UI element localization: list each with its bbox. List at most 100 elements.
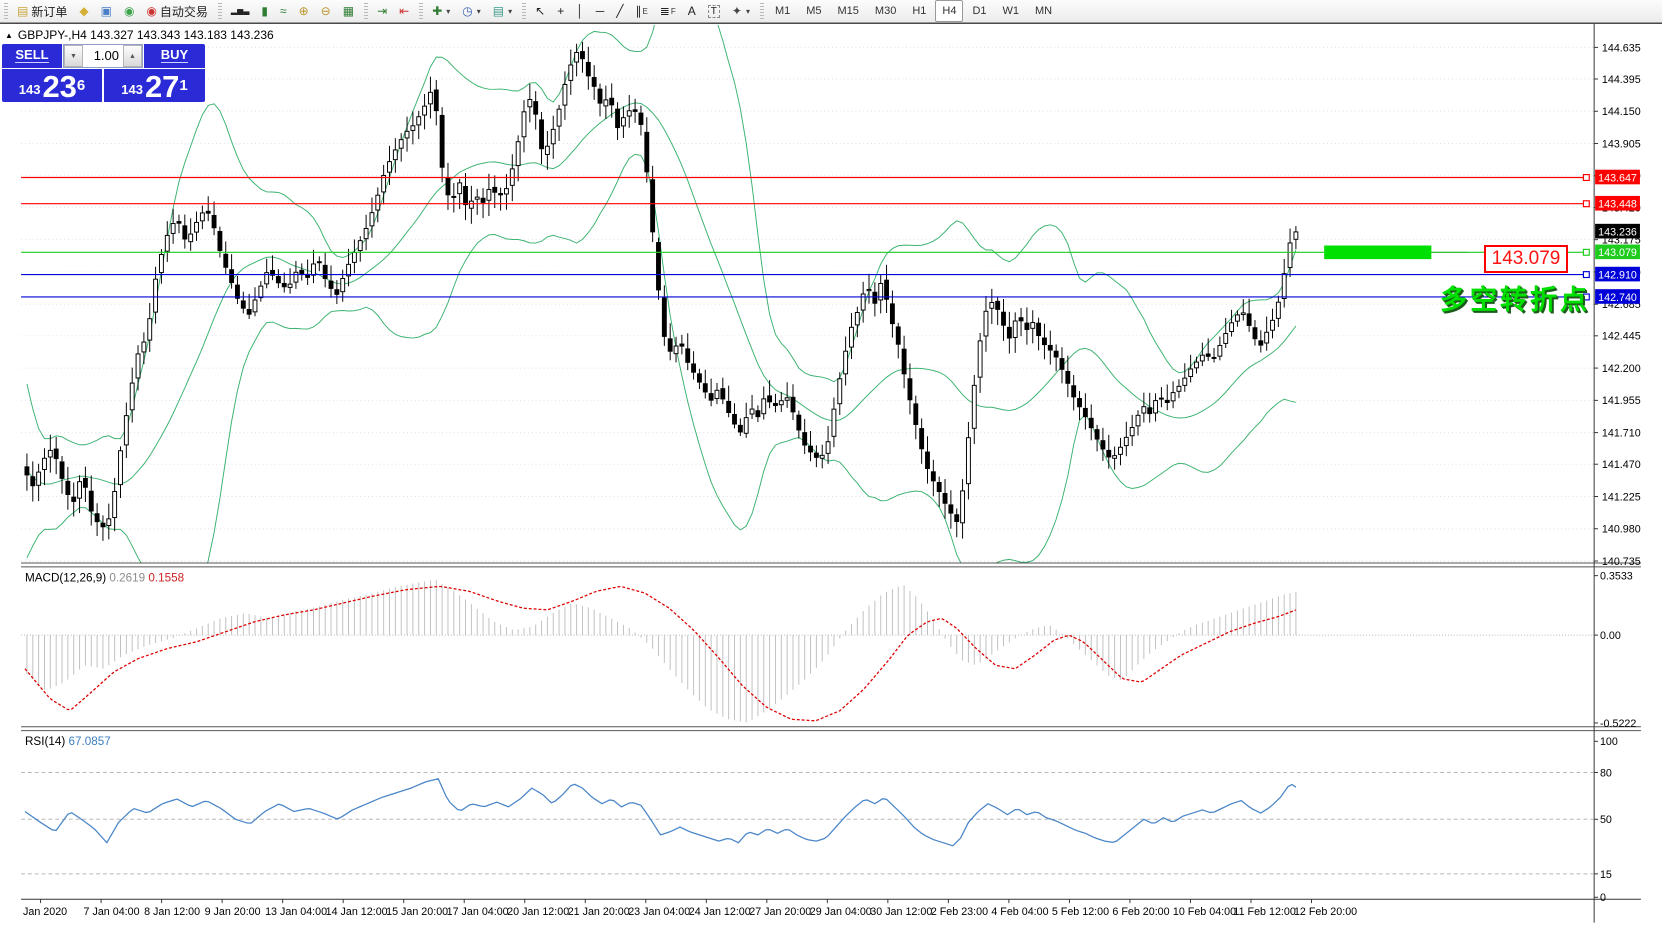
templates-icon: ▤: [493, 5, 504, 17]
buy-price-base: 143: [121, 80, 143, 100]
periods-button[interactable]: ◷▾: [457, 0, 486, 22]
zoom-in-button[interactable]: ⊕: [294, 0, 314, 22]
vertical-line-button[interactable]: │: [571, 0, 589, 22]
volume-decrease-button[interactable]: ▼: [64, 45, 83, 67]
svg-text:140.980: 140.980: [1602, 524, 1641, 536]
arrows-button[interactable]: ✦▾: [727, 0, 755, 22]
line-chart-button[interactable]: ≈: [275, 0, 292, 22]
new-order-button[interactable]: ▤新订单: [12, 0, 72, 22]
time-axis[interactable]: Jan 20207 Jan 04:008 Jan 12:009 Jan 20:0…: [23, 899, 1357, 918]
channel-button[interactable]: ∥E: [630, 0, 652, 22]
timeframe-m15[interactable]: M15: [831, 0, 866, 22]
svg-text:-0.5222: -0.5222: [1600, 718, 1636, 730]
text-button[interactable]: A: [683, 0, 701, 22]
horizontal-line-icon: ─: [596, 5, 605, 17]
svg-text:143.905: 143.905: [1602, 138, 1641, 150]
timeframe-m30[interactable]: M30: [868, 0, 903, 22]
svg-text:144.395: 144.395: [1602, 74, 1641, 86]
toolbar-group-scroll-shift: ⇥⇤: [360, 0, 415, 22]
panel-separators[interactable]: [21, 563, 1641, 899]
candlestick-button[interactable]: ▮: [256, 0, 273, 22]
buy-price-pips: 27: [145, 74, 179, 100]
svg-text:142.445: 142.445: [1602, 331, 1641, 343]
svg-text:0.3533: 0.3533: [1600, 571, 1633, 583]
autotrading-button-label: 自动交易: [160, 3, 208, 20]
toolbar-group-drawing-tools: ↖+│─╱∥E≣FAT✦▾: [518, 0, 756, 22]
svg-text:141.470: 141.470: [1602, 459, 1641, 471]
chart-shift-icon: ⇤: [399, 5, 409, 17]
svg-text:141.955: 141.955: [1602, 395, 1641, 407]
toolbar-group-dropdowns: ✚▾◷▾▤▾: [415, 0, 518, 22]
trendline-button[interactable]: ╱: [611, 0, 628, 22]
svg-text:13 Jan 04:00: 13 Jan 04:00: [265, 906, 327, 918]
cursor-button[interactable]: ↖: [530, 0, 550, 22]
svg-text:9 Jan 20:00: 9 Jan 20:00: [205, 906, 261, 918]
timeframe-m5[interactable]: M5: [799, 0, 828, 22]
buy-button[interactable]: BUY: [144, 44, 205, 68]
indicators-button-dropdown-icon[interactable]: ▾: [446, 7, 450, 16]
turning-point-annotation[interactable]: 多空转折点: [1440, 278, 1590, 317]
timeframe-h1[interactable]: H1: [905, 0, 933, 22]
timeframe-m1[interactable]: M1: [768, 0, 797, 22]
toolbar-grip: [522, 3, 526, 19]
autotrading-button[interactable]: ◉自动交易: [141, 0, 213, 22]
channel-button-sub: E: [642, 7, 647, 16]
green-zone-annotation[interactable]: [1324, 245, 1431, 259]
timeframe-mn[interactable]: MN: [1028, 0, 1059, 22]
market-watch-button[interactable]: ▣: [96, 0, 117, 22]
buy-price-display[interactable]: 143 27 1: [104, 69, 205, 102]
auto-scroll-button[interactable]: ⇥: [372, 0, 392, 22]
channel-icon: ∥: [635, 5, 641, 17]
volume-increase-button[interactable]: ▲: [123, 45, 142, 67]
svg-text:100: 100: [1600, 736, 1618, 748]
chart-window[interactable]: 144.635144.395144.150143.905143.660143.4…: [0, 24, 1662, 946]
timeframe-w1[interactable]: W1: [996, 0, 1027, 22]
timeframe-d1[interactable]: D1: [965, 0, 993, 22]
signals-button[interactable]: ◉: [119, 0, 139, 22]
fibonacci-button-sub: F: [671, 7, 676, 16]
svg-text:21 Jan 20:00: 21 Jan 20:00: [568, 906, 630, 918]
toolbar-grip: [419, 3, 423, 19]
sell-price-base: 143: [19, 80, 41, 100]
svg-text:15: 15: [1600, 869, 1612, 881]
symbol-header: ▲ GBPJPY-,H4 143.327 143.343 143.183 143…: [5, 28, 274, 42]
indicators-button[interactable]: ✚▾: [427, 0, 455, 22]
sell-button[interactable]: SELL: [2, 44, 62, 68]
tile-windows-button[interactable]: ▦: [338, 0, 359, 22]
price-axis[interactable]: 144.635144.395144.150143.905143.660143.4…: [1594, 24, 1641, 923]
price-level-callout[interactable]: 143.079: [1484, 245, 1568, 273]
svg-text:30 Jan 12:00: 30 Jan 12:00: [870, 906, 932, 918]
templates-button[interactable]: ▤▾: [488, 0, 517, 22]
toolbar-group-chart-types: ▂▅▃ ▮ ≈ ⊕⊖▦: [214, 0, 360, 22]
volume-control: ▼ 1.00 ▲: [63, 44, 143, 68]
timeframe-h4[interactable]: H4: [935, 0, 963, 22]
charts-tool-button[interactable]: ◆: [74, 0, 93, 22]
templates-button-dropdown-icon[interactable]: ▾: [508, 7, 512, 16]
horizontal-line-button[interactable]: ─: [591, 0, 610, 22]
volume-input[interactable]: 1.00: [83, 45, 123, 67]
svg-text:29 Jan 04:00: 29 Jan 04:00: [810, 906, 872, 918]
sell-price-point: 6: [77, 69, 85, 103]
svg-text:50: 50: [1600, 814, 1612, 826]
price-chart[interactable]: 144.635144.395144.150143.905143.660143.4…: [0, 24, 1662, 946]
price-badges: 143.647143.448143.079142.910142.740143.2…: [1595, 170, 1640, 304]
bollinger-bands: [27, 24, 1296, 620]
sell-price-display[interactable]: 143 23 6: [2, 69, 102, 102]
svg-text:12 Feb 20:00: 12 Feb 20:00: [1294, 906, 1357, 918]
svg-text:MACD(12,26,9) 0.2619 0.1558: MACD(12,26,9) 0.2619 0.1558: [25, 571, 184, 584]
new-order-icon: ▤: [17, 5, 28, 17]
label-button[interactable]: T: [703, 0, 725, 22]
line-chart-icon: ≈: [280, 5, 287, 17]
candlestick-icon: ▮: [261, 5, 268, 17]
chart-shift-button[interactable]: ⇤: [394, 0, 414, 22]
bar-chart-button[interactable]: ▂▅▃: [226, 0, 254, 22]
arrows-button-dropdown-icon[interactable]: ▾: [746, 7, 750, 16]
level-lines[interactable]: [21, 175, 1589, 300]
cursor-icon: ↖: [535, 5, 545, 17]
zoom-out-button[interactable]: ⊖: [316, 0, 336, 22]
svg-text:27 Jan 20:00: 27 Jan 20:00: [749, 906, 811, 918]
fibonacci-button[interactable]: ≣F: [655, 0, 681, 22]
periods-button-dropdown-icon[interactable]: ▾: [477, 7, 481, 16]
crosshair-icon: +: [557, 5, 564, 17]
crosshair-button[interactable]: +: [552, 0, 569, 22]
